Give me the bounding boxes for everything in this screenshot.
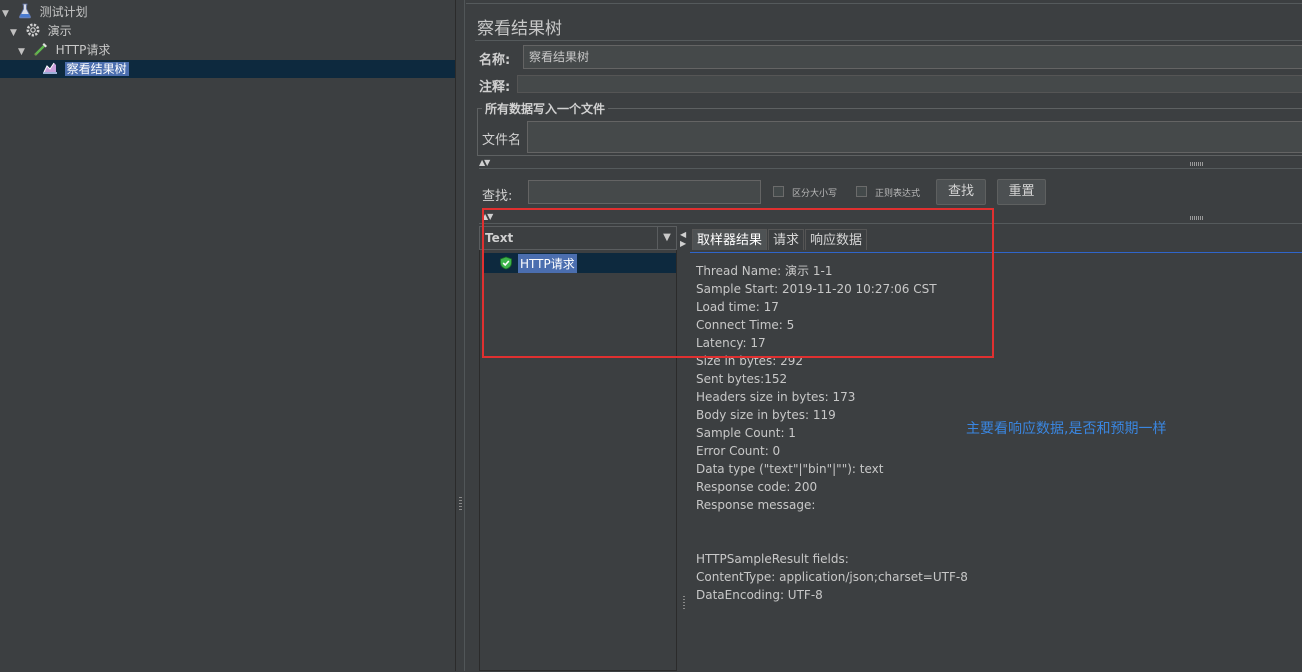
thread-group-icon <box>26 23 40 37</box>
filename-field[interactable] <box>527 121 1302 153</box>
file-group-legend: 所有数据写入一个文件 <box>485 102 606 116</box>
result-line: Error Count: 0 <box>696 444 781 458</box>
tree-node-label: HTTP请求 <box>55 43 111 57</box>
resize-grip-icon[interactable] <box>1190 162 1204 166</box>
result-line: Headers size in bytes: 173 <box>696 390 856 404</box>
tree-node-http-request[interactable]: ▼ HTTP请求 <box>18 41 110 59</box>
result-line: Response message: <box>696 498 816 512</box>
collapse-arrows-icon[interactable]: ▲▼ <box>479 158 490 167</box>
splitter-grip-icon[interactable] <box>459 497 462 511</box>
expand-arrow-icon[interactable]: ▼ <box>10 24 21 42</box>
resize-grip-icon[interactable] <box>1190 216 1204 220</box>
http-sampler-icon <box>33 43 47 56</box>
result-line: Response code: 200 <box>696 480 818 494</box>
result-line: Body size in bytes: 119 <box>696 408 836 422</box>
name-label: 名称: <box>479 53 511 68</box>
result-line: ContentType: application/json;charset=UT… <box>696 570 968 584</box>
regex-label: 正则表达式 <box>875 189 921 199</box>
search-input[interactable] <box>528 180 761 204</box>
tree-splitter[interactable] <box>455 0 465 671</box>
divider <box>479 168 1302 169</box>
comment-label: 注释: <box>479 80 511 95</box>
find-button[interactable]: 查找 <box>936 179 986 205</box>
divider <box>466 3 1302 4</box>
tree-node-label: 察看结果树 <box>64 62 129 76</box>
case-sensitive-label: 区分大小写 <box>792 189 838 199</box>
filename-label: 文件名 <box>482 133 522 148</box>
reset-button[interactable]: 重置 <box>997 179 1046 205</box>
tree-node-thread-group[interactable]: ▼ 演示 <box>10 22 72 40</box>
result-line: Sent bytes:152 <box>696 372 788 386</box>
panel-title: 察看结果树 <box>477 19 562 39</box>
expand-arrow-icon[interactable]: ▼ <box>2 5 13 23</box>
tree-node-test-plan[interactable]: ▼ 测试计划 <box>2 3 88 21</box>
comment-field[interactable] <box>517 75 1302 93</box>
highlight-box <box>482 208 994 358</box>
annotation-note: 主要看响应数据,是否和预期一样 <box>966 421 1167 437</box>
expand-arrow-icon[interactable]: ▼ <box>18 43 29 61</box>
test-plan-tree: ▼ 测试计划 ▼ 演示 ▼ HTTP请求 察看结果树 <box>0 0 455 671</box>
result-line: Sample Count: 1 <box>696 426 796 440</box>
splitter-grip-icon[interactable] <box>683 596 685 610</box>
regex-checkbox[interactable] <box>856 186 867 197</box>
result-line: DataEncoding: UTF-8 <box>696 588 823 602</box>
name-field[interactable]: 察看结果树 <box>523 45 1302 69</box>
case-sensitive-checkbox[interactable] <box>773 186 784 197</box>
tree-node-label: 演示 <box>47 24 72 38</box>
divider <box>475 40 1302 41</box>
tree-node-results-tree[interactable]: 察看结果树 <box>0 60 455 78</box>
search-label: 查找: <box>482 189 513 204</box>
results-tree-icon <box>42 62 57 74</box>
result-line: HTTPSampleResult fields: <box>696 552 849 566</box>
test-plan-icon <box>18 3 31 19</box>
result-line: Data type ("text"|"bin"|""): text <box>696 462 884 476</box>
tree-node-label: 测试计划 <box>39 5 88 19</box>
